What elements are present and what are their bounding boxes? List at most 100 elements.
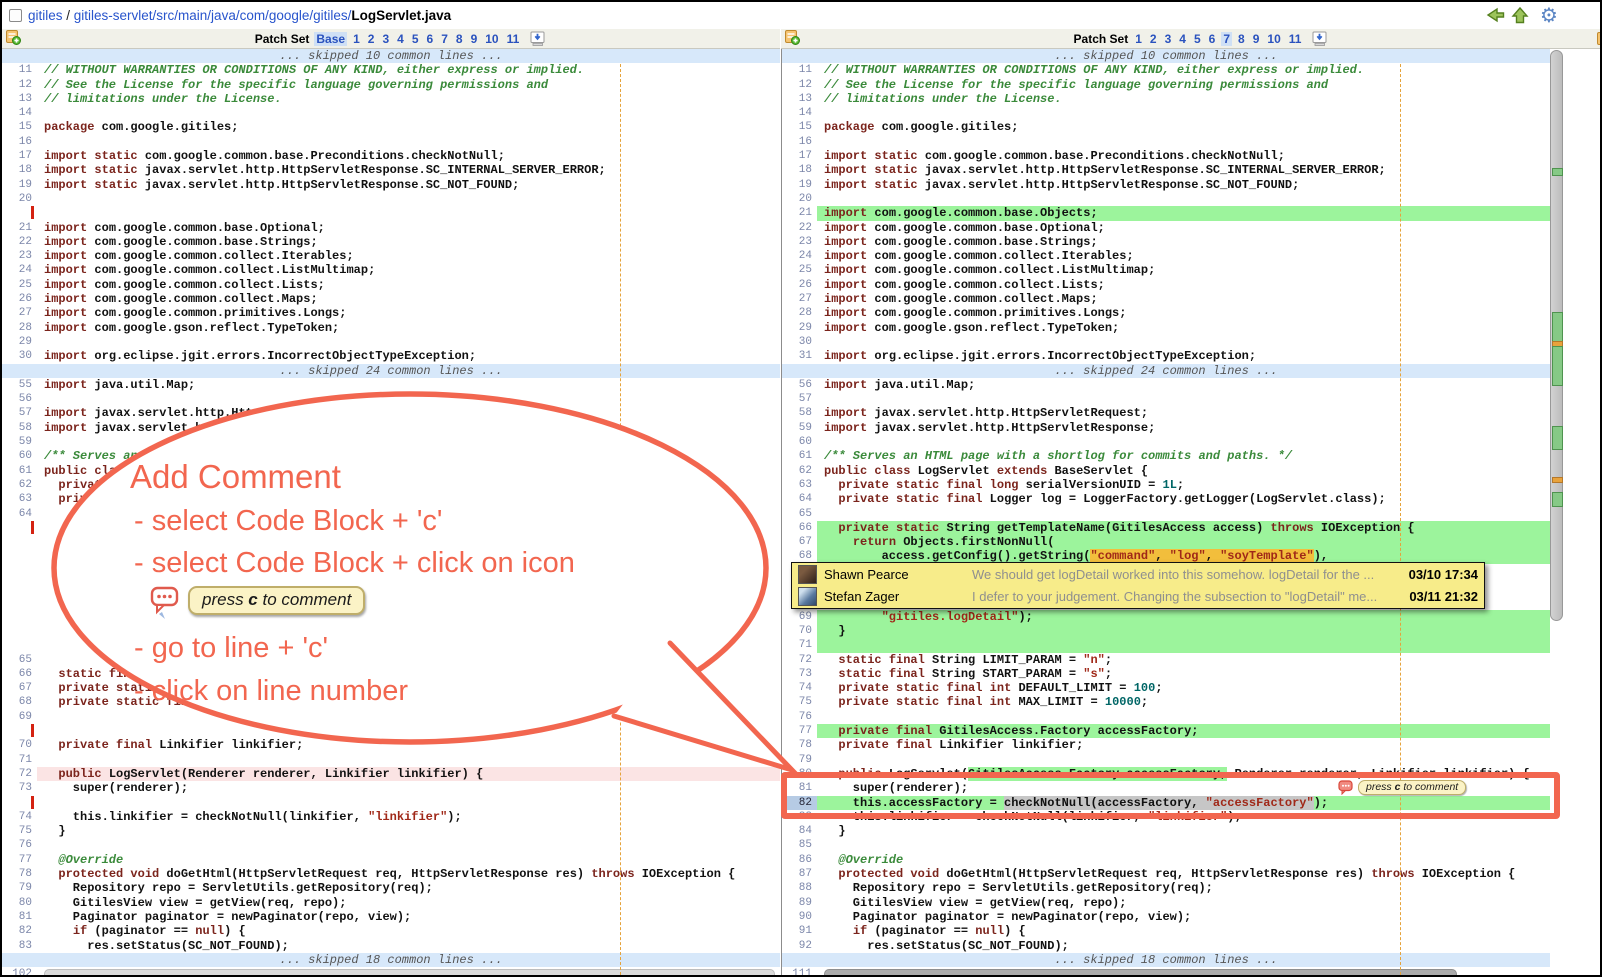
- line-number[interactable]: 67: [782, 535, 817, 549]
- line-number[interactable]: 89: [782, 896, 817, 910]
- line-number[interactable]: 72: [782, 653, 817, 667]
- line-number[interactable]: 61: [782, 449, 817, 463]
- line-number[interactable]: 73: [2, 781, 37, 795]
- breadcrumb-path-link[interactable]: gitiles-servlet/src/main/java/com/google…: [74, 8, 352, 23]
- line-number[interactable]: 13: [2, 92, 37, 106]
- line-number[interactable]: 60: [2, 449, 37, 463]
- line-number[interactable]: 27: [2, 306, 37, 320]
- line-number[interactable]: 65: [782, 507, 817, 521]
- line-number[interactable]: 87: [782, 867, 817, 881]
- patchset-link[interactable]: 7: [439, 32, 450, 46]
- line-number[interactable]: 25: [2, 278, 37, 292]
- line-number[interactable]: 19: [2, 178, 37, 192]
- line-number[interactable]: 88: [782, 881, 817, 895]
- patchset-selected[interactable]: 7: [1221, 32, 1232, 46]
- line-number[interactable]: 67: [2, 681, 37, 695]
- line-number[interactable]: 73: [782, 667, 817, 681]
- diff-marker-added[interactable]: [1552, 492, 1563, 507]
- line-number[interactable]: 71: [782, 638, 817, 652]
- prev-file-icon[interactable]: [1484, 5, 1506, 25]
- line-number[interactable]: 75: [2, 824, 37, 838]
- patchset-link[interactable]: 6: [1207, 32, 1218, 46]
- line-number[interactable]: 12: [2, 78, 37, 92]
- add-file-comment-icon[interactable]: [5, 29, 21, 48]
- line-number[interactable]: 79: [2, 881, 37, 895]
- line-number[interactable]: 23: [2, 249, 37, 263]
- line-number[interactable]: 30: [2, 349, 37, 363]
- line-number[interactable]: 23: [782, 235, 817, 249]
- inline-comment-thread[interactable]: Shawn Pearce We should get logDetail wor…: [791, 562, 1485, 609]
- patchset-link[interactable]: 11: [1287, 32, 1304, 46]
- line-number[interactable]: 66: [782, 521, 817, 535]
- breadcrumb-repo-link[interactable]: gitiles: [28, 8, 63, 23]
- line-number[interactable]: 59: [782, 421, 817, 435]
- patchset-link[interactable]: 2: [366, 32, 377, 46]
- line-number[interactable]: 62: [2, 478, 37, 492]
- skipped-lines-band[interactable]: ... skipped 18 common lines ...: [2, 953, 780, 967]
- diff-marker-added[interactable]: [1552, 168, 1563, 176]
- line-number[interactable]: 64: [782, 492, 817, 506]
- line-number[interactable]: 29: [782, 321, 817, 335]
- line-number[interactable]: 80: [782, 767, 817, 781]
- line-number[interactable]: 17: [782, 149, 817, 163]
- download-patch-icon[interactable]: [530, 31, 546, 47]
- line-number[interactable]: 18: [2, 163, 37, 177]
- line-number[interactable]: 17: [2, 149, 37, 163]
- line-number[interactable]: 21: [2, 221, 37, 235]
- diff-marker-added[interactable]: [1552, 346, 1563, 386]
- line-number[interactable]: 20: [2, 192, 37, 206]
- line-number[interactable]: 64: [2, 507, 37, 521]
- diff-marker-added[interactable]: [1552, 426, 1563, 450]
- line-number[interactable]: 27: [782, 292, 817, 306]
- patchset-link[interactable]: 9: [1251, 32, 1262, 46]
- line-number[interactable]: 29: [2, 335, 37, 349]
- line-number[interactable]: 63: [782, 478, 817, 492]
- line-number[interactable]: 26: [782, 278, 817, 292]
- line-number[interactable]: 70: [2, 738, 37, 752]
- line-number[interactable]: 16: [782, 135, 817, 149]
- horizontal-scrollbar[interactable]: [824, 969, 1457, 975]
- patchset-link[interactable]: 8: [454, 32, 465, 46]
- comment-row[interactable]: Shawn Pearce We should get logDetail wor…: [792, 564, 1484, 585]
- line-number[interactable]: 78: [2, 867, 37, 881]
- line-number[interactable]: 24: [782, 249, 817, 263]
- line-number[interactable]: 77: [2, 853, 37, 867]
- line-number[interactable]: 58: [782, 406, 817, 420]
- line-number[interactable]: 15: [782, 120, 817, 134]
- line-number[interactable]: 85: [782, 838, 817, 852]
- download-patch-icon[interactable]: [1312, 31, 1328, 47]
- skipped-lines-band[interactable]: ... skipped 10 common lines ...: [782, 49, 1550, 63]
- line-number[interactable]: 86: [782, 853, 817, 867]
- line-number[interactable]: 74: [2, 810, 37, 824]
- line-number[interactable]: 25: [782, 263, 817, 277]
- patchset-link[interactable]: 4: [395, 32, 406, 46]
- line-number[interactable]: 70: [782, 624, 817, 638]
- patchset-link[interactable]: 10: [483, 32, 500, 46]
- line-number[interactable]: 18: [782, 163, 817, 177]
- line-number[interactable]: 55: [2, 378, 37, 392]
- line-number[interactable]: 16: [2, 135, 37, 149]
- line-number[interactable]: 59: [2, 435, 37, 449]
- line-number[interactable]: 28: [782, 306, 817, 320]
- line-number[interactable]: 61: [2, 464, 37, 478]
- line-number[interactable]: 82: [2, 924, 37, 938]
- line-number[interactable]: 57: [2, 406, 37, 420]
- line-number[interactable]: 75: [782, 695, 817, 709]
- line-number[interactable]: 69: [782, 610, 817, 624]
- add-file-comment-icon[interactable]: [784, 29, 800, 48]
- line-number[interactable]: 68: [2, 695, 37, 709]
- diff-marker-comment[interactable]: [1552, 477, 1563, 483]
- line-number[interactable]: 77: [782, 724, 817, 738]
- line-number[interactable]: 72: [2, 767, 37, 781]
- line-number[interactable]: 78: [782, 738, 817, 752]
- diff-marker-added[interactable]: [1552, 312, 1563, 342]
- file-checkbox[interactable]: [9, 9, 22, 22]
- patchset-link[interactable]: 8: [1236, 32, 1247, 46]
- patchset-link[interactable]: 1: [1133, 32, 1144, 46]
- line-number[interactable]: 74: [782, 681, 817, 695]
- line-number[interactable]: 15: [2, 120, 37, 134]
- patchset-link[interactable]: 6: [425, 32, 436, 46]
- horizontal-scrollbar[interactable]: [44, 969, 775, 975]
- line-number[interactable]: 26: [2, 292, 37, 306]
- line-number[interactable]: 66: [2, 667, 37, 681]
